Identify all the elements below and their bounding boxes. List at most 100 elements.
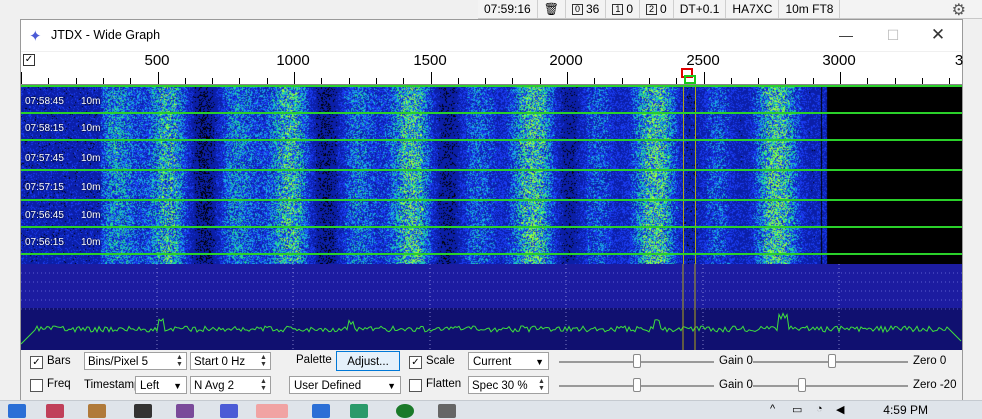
period-divider	[21, 199, 962, 201]
ruler-tick	[48, 78, 49, 84]
spectrum-zero-slider[interactable]	[798, 378, 806, 392]
start-frequency-spinbox[interactable]: Start 0 Hz ▲ ▼	[190, 352, 271, 370]
ruler-tick	[676, 78, 677, 84]
period-divider	[21, 226, 962, 228]
minimize-button[interactable]: —	[830, 24, 862, 46]
window-title: JTDX - Wide Graph	[51, 28, 161, 42]
tick-label-3000: 3000	[822, 52, 856, 69]
flatten-checkbox[interactable]	[409, 379, 422, 392]
ruler-tick	[239, 78, 240, 84]
gear-icon[interactable]: ⚙	[952, 0, 966, 20]
spectrum-gain-slider[interactable]	[633, 378, 641, 392]
n-avg-spinbox[interactable]: N Avg 2 ▲ ▼	[190, 376, 271, 394]
ruler-tick	[813, 78, 814, 84]
start-frequency-value: Start 0 Hz	[194, 356, 246, 368]
controls-panel: ✓ Bars Freq Bins/Pixel 5 ▲ ▼ Timestamp Le…	[21, 350, 962, 400]
counter-1-value: 0	[626, 2, 634, 16]
spin-arrows-icon[interactable]: ▲ ▼	[174, 354, 185, 369]
taskbar-app-icon[interactable]	[46, 404, 64, 418]
trash-indicator[interactable]: 🗑	[538, 0, 566, 18]
maximize-button[interactable]: ☐	[877, 24, 909, 46]
waterfall-gain-label: Gain 0	[719, 355, 753, 367]
freq-checkbox[interactable]	[30, 379, 43, 392]
spin-arrows-icon[interactable]: ▲ ▼	[258, 354, 269, 369]
counter-2: 20	[640, 0, 674, 18]
row-timestamp: 07:58:45	[25, 96, 64, 107]
rx-frequency-marker[interactable]	[684, 75, 696, 84]
waterfall-display[interactable]: 07:58:45 10m 07:58:15 10m 07:57:45 10m 0…	[21, 85, 962, 264]
chevron-up-icon[interactable]: ^	[770, 403, 775, 415]
taskbar-jtdx-icon[interactable]	[220, 404, 238, 418]
ruler-checkbox[interactable]: ✓	[23, 54, 35, 66]
timestamp-combo[interactable]: Left ▼	[135, 376, 187, 394]
taskbar-app-icon[interactable]	[312, 404, 330, 418]
box-2-icon: 2	[646, 3, 658, 15]
taskbar-app-icon[interactable]	[350, 404, 368, 418]
dt-text: DT+0.1	[679, 2, 720, 16]
row-band: 10m	[81, 182, 101, 193]
adjust-palette-button[interactable]: Adjust...	[336, 351, 400, 371]
ruler-tick	[704, 72, 705, 84]
ruler-tick	[103, 78, 104, 84]
taskbar-app-icon[interactable]	[8, 404, 26, 418]
taskbar-app-icon[interactable]	[438, 404, 456, 418]
palette-label: Palette	[296, 354, 332, 366]
timestamp-label: Timestamp	[84, 379, 141, 391]
spectrum-type-combo[interactable]: Current ▼	[468, 352, 549, 370]
ruler-tick	[76, 78, 77, 84]
volume-icon[interactable]: ◀	[836, 403, 844, 416]
spectrum-gain-label: Gain 0	[719, 379, 753, 391]
taskbar-app-icon[interactable]	[134, 404, 152, 418]
bins-per-pixel-spinbox[interactable]: Bins/Pixel 5 ▲ ▼	[84, 352, 187, 370]
tick-label-500: 500	[144, 52, 170, 69]
palette-combo[interactable]: User Defined ▼	[289, 376, 401, 394]
counter-2-value: 0	[660, 2, 667, 16]
close-button[interactable]: ✕	[922, 24, 954, 46]
period-divider	[21, 85, 962, 87]
box-0-icon: 0	[571, 3, 583, 15]
trash-icon: 🗑	[543, 2, 559, 16]
spectrum-plot	[21, 264, 962, 350]
ruler-tick	[512, 78, 513, 84]
spec-percent-spinbox[interactable]: Spec 30 % ▲ ▼	[468, 376, 549, 394]
waterfall-zero-slider[interactable]	[828, 354, 836, 368]
row-timestamp: 07:56:15	[25, 237, 64, 248]
callsign-readout: HA7XC	[726, 0, 780, 18]
taskbar: ^ ▭ ◔ ◀ 4:59 PM	[0, 400, 982, 419]
ruler-tick	[267, 78, 268, 84]
taskbar-app-icon[interactable]	[176, 404, 194, 418]
period-divider	[21, 112, 962, 114]
ruler-tick	[212, 78, 213, 84]
counter-0: 0 36	[566, 0, 607, 18]
ruler-tick	[649, 78, 650, 84]
spectrum-display[interactable]	[21, 264, 962, 350]
row-band: 10m	[81, 237, 101, 248]
utc-time: 07:59:16	[478, 0, 538, 18]
waterfall-gain-slider[interactable]	[633, 354, 641, 368]
taskbar-active-app-icon[interactable]	[256, 404, 288, 418]
spin-arrows-icon[interactable]: ▲ ▼	[536, 378, 547, 393]
scale-checkbox[interactable]: ✓	[409, 356, 422, 369]
ruler-tick	[458, 78, 459, 84]
wifi-icon[interactable]: ◔	[816, 403, 823, 415]
bars-checkbox[interactable]: ✓	[30, 356, 43, 369]
wide-graph-window: ✦ JTDX - Wide Graph — ☐ ✕ ✓ 500 1000 150…	[20, 19, 963, 401]
taskbar-clock[interactable]: 4:59 PM	[883, 403, 928, 417]
counter-1: 10	[606, 0, 641, 18]
freq-label: Freq	[47, 378, 71, 390]
frequency-ruler[interactable]: ✓ 500 1000 1500 2000 2500 3000 3	[21, 52, 963, 85]
ruler-tick	[922, 78, 923, 84]
network-icon[interactable]: ▭	[792, 403, 802, 416]
period-divider	[21, 253, 962, 255]
taskbar-app-icon[interactable]	[396, 404, 414, 418]
ruler-tick	[321, 78, 322, 84]
ruler-tick	[731, 78, 732, 84]
ruler-tick	[349, 78, 350, 84]
taskbar-app-icon[interactable]	[88, 404, 106, 418]
spin-arrows-icon[interactable]: ▲ ▼	[258, 378, 269, 393]
mode-text: 10m FT8	[785, 2, 834, 16]
period-divider	[21, 139, 962, 141]
ruler-tick	[540, 78, 541, 84]
bars-label: Bars	[47, 355, 71, 367]
ruler-tick	[294, 72, 295, 84]
